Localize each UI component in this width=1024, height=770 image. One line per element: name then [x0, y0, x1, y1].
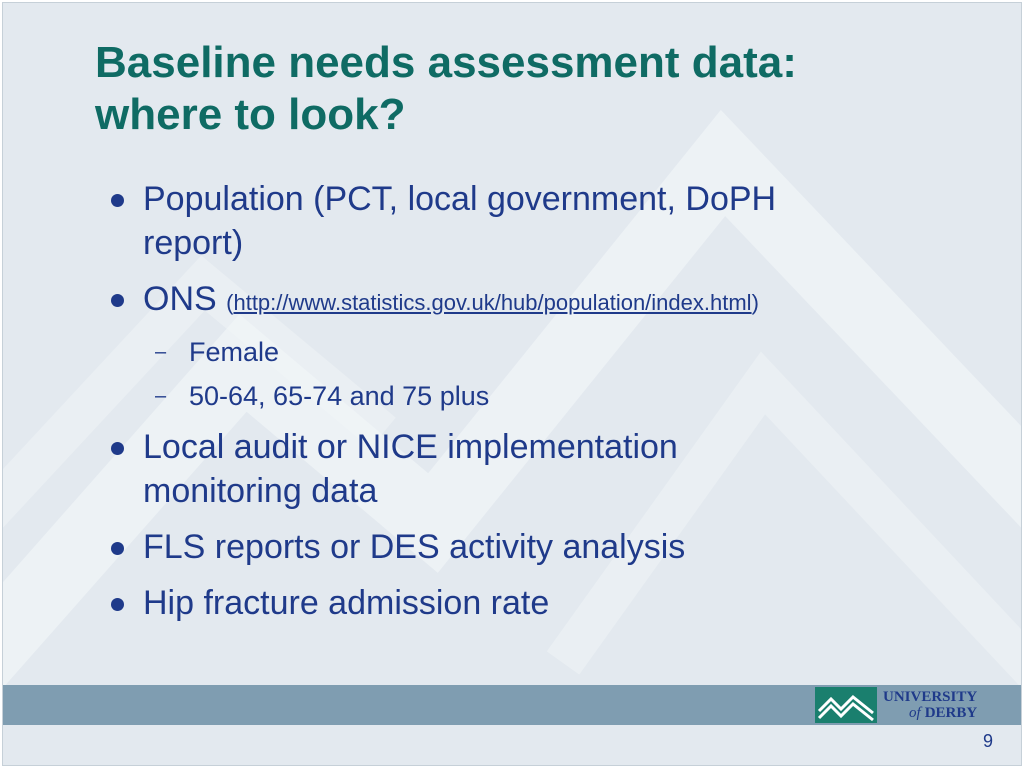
bullet-dot-icon — [111, 598, 124, 611]
bullet-text: monitoring data — [143, 472, 378, 510]
bullet-text: FLS reports or DES activity analysis — [143, 528, 686, 566]
university-logo: UNIVERSITY of DERBY — [815, 687, 977, 723]
bullet-population: Population (PCT, local government, DoPH … — [103, 177, 983, 265]
bullet-dot-icon — [111, 442, 124, 455]
dash-marker: – — [155, 385, 167, 407]
sub-bullet-text: Female — [189, 337, 280, 367]
logo-line-2: of DERBY — [883, 705, 977, 721]
page-number: 9 — [982, 731, 993, 751]
title-line-1: Baseline needs assessment data: — [95, 38, 797, 87]
close-paren: ) — [751, 290, 759, 315]
bullet-fls-reports: FLS reports or DES activity analysis — [103, 525, 983, 569]
slide: Baseline needs assessment data: where to… — [2, 2, 1022, 766]
bullet-text: Population (PCT, local government, DoPH — [143, 180, 777, 218]
bullet-local-audit: Local audit or NICE implementation monit… — [103, 425, 983, 513]
dash-marker: – — [155, 341, 167, 363]
bullet-dot-icon — [111, 542, 124, 555]
bullet-text: Hip fracture admission rate — [143, 584, 550, 622]
bullet-list: Population (PCT, local government, DoPH … — [103, 177, 983, 637]
mountains-logo-icon — [815, 687, 877, 723]
ons-link[interactable]: http://www.statistics.gov.uk/hub/populat… — [233, 290, 751, 315]
bullet-hip-fracture: Hip fracture admission rate — [103, 581, 983, 625]
sub-bullet-female: – Female — [103, 333, 983, 371]
logo-of: of — [909, 705, 921, 721]
bullet-text: Local audit or NICE implementation — [143, 428, 678, 466]
bullet-dot-icon — [111, 194, 124, 207]
bullet-ons: ONS (http://www.statistics.gov.uk/hub/po… — [103, 277, 983, 325]
bullet-text: report) — [143, 224, 244, 262]
logo-name: DERBY — [924, 705, 978, 721]
sub-bullet-text: 50-64, 65-74 and 75 plus — [189, 381, 490, 411]
ons-link-wrapper: (http://www.statistics.gov.uk/hub/popula… — [226, 290, 759, 315]
bullet-dot-icon — [111, 294, 124, 307]
logo-wordmark: UNIVERSITY of DERBY — [883, 689, 977, 721]
title-line-2: where to look? — [95, 90, 406, 139]
bullet-text: ONS — [143, 280, 217, 318]
slide-title: Baseline needs assessment data: where to… — [95, 37, 975, 141]
sub-bullet-age-ranges: – 50-64, 65-74 and 75 plus — [103, 377, 983, 415]
logo-line-1: UNIVERSITY — [883, 689, 978, 705]
